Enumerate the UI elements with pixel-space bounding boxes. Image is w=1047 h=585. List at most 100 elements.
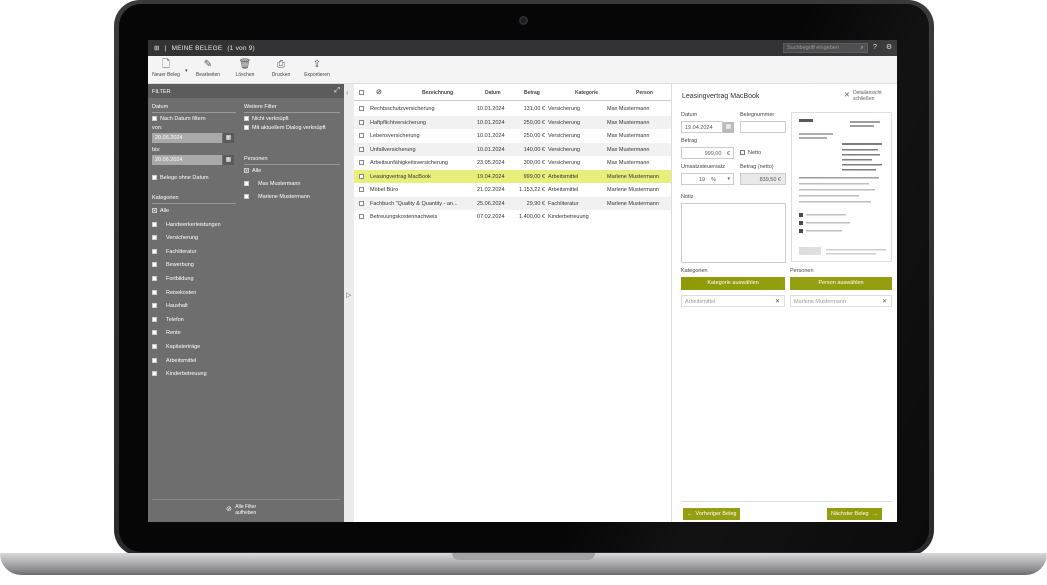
new-document-button[interactable]: 🗋 Neuer Beleg xyxy=(148,59,184,83)
sidebar-collapse-bar[interactable]: ‹ ▷ xyxy=(344,84,354,522)
category-checkbox[interactable] xyxy=(152,248,157,254)
row-checkbox[interactable] xyxy=(359,173,364,179)
remove-person-icon[interactable]: ✕ xyxy=(882,298,887,305)
select-person-button[interactable]: Person auswählen xyxy=(790,277,892,290)
app-title: MEINE BELEGE xyxy=(171,45,223,52)
select-category-button[interactable]: Kategorie auswählen xyxy=(681,277,785,290)
net-checkbox[interactable]: Netto xyxy=(740,150,761,156)
table-row[interactable]: Unfallversicherung 10.01.2024 140,00 € Vers… xyxy=(354,142,671,156)
date-input[interactable]: 19.04.2024 xyxy=(681,121,723,133)
export-button[interactable]: ⇪ Exportieren xyxy=(299,59,335,83)
category-checkbox[interactable] xyxy=(152,221,157,227)
edit-button[interactable]: ✎ Bearbeiten xyxy=(190,59,226,83)
calendar-icon[interactable]: ▦ xyxy=(223,133,234,143)
expand-icon[interactable]: ⤢ xyxy=(334,87,340,95)
previous-document-button[interactable]: ← Vorheriger Beleg xyxy=(683,508,741,520)
category-filter-item[interactable]: Rente xyxy=(152,330,181,336)
person-filter-max[interactable]: Max Mustermann xyxy=(244,181,301,187)
category-checkbox[interactable] xyxy=(152,235,157,241)
category-filter-item[interactable]: Alle xyxy=(152,208,169,214)
cell-person: Max Mustermann xyxy=(607,146,650,153)
select-all-checkbox[interactable] xyxy=(359,90,364,95)
cell-category: Arbeitsmittel xyxy=(548,173,579,180)
table-row[interactable]: Fachbuch "Quality & Quantity - an... 25.0… xyxy=(354,196,671,210)
cell-category: Versicherung xyxy=(548,106,581,112)
column-date[interactable]: Datum xyxy=(485,90,501,96)
grid-icon[interactable]: ⊞ xyxy=(154,45,160,52)
row-checkbox[interactable] xyxy=(359,160,364,165)
unlinked-checkbox[interactable]: Nicht verknüpft xyxy=(244,116,289,122)
table-row[interactable]: Möbel Büro 21.02.2024 1.153,22 € Arbeitsmit… xyxy=(354,183,671,197)
category-filter-item[interactable]: Fachliteratur xyxy=(152,249,197,255)
category-checkbox[interactable] xyxy=(152,357,157,363)
column-amount[interactable]: Betrag xyxy=(524,90,540,96)
row-checkbox[interactable] xyxy=(359,146,364,152)
row-checkbox[interactable] xyxy=(359,119,364,125)
next-document-button[interactable]: Nächster Beleg → xyxy=(827,508,883,520)
row-checkbox[interactable] xyxy=(359,214,364,219)
help-icon[interactable]: ? xyxy=(871,44,879,52)
row-checkbox[interactable] xyxy=(359,200,364,206)
search-icon[interactable]: ⌕ xyxy=(858,44,866,52)
row-checkbox[interactable] xyxy=(359,106,364,111)
category-filter-item[interactable]: Arbeitsmittel xyxy=(152,358,196,364)
filter-by-date-checkbox[interactable]: Nach Datum filtern xyxy=(152,116,206,122)
category-filter-item[interactable]: Versicherung xyxy=(152,235,198,241)
calendar-icon[interactable]: ▦ xyxy=(223,155,234,165)
table-row[interactable]: Haftpflichtversicherung 10.01.2024 250,00 … xyxy=(354,115,671,129)
category-checkbox[interactable] xyxy=(152,303,157,309)
table-row[interactable]: Betreuungskostennachweis 07.02.2024 1.400,… xyxy=(354,210,671,224)
table-row[interactable]: Arbeitsunfähigkeitsversicherung 23.05.202… xyxy=(354,156,671,170)
column-category[interactable]: Kategorie xyxy=(575,90,598,96)
gear-icon[interactable]: ⚙ xyxy=(885,44,893,52)
table-row[interactable]: Lebensversicherung 10.01.2024 250,00 € Vers… xyxy=(354,129,671,143)
collapse-left-icon[interactable]: ‹ xyxy=(346,90,348,97)
category-checkbox[interactable] xyxy=(152,208,157,214)
table-row[interactable]: Leasingvertrag MacBook 19.04.2024 999,00 €… xyxy=(354,169,671,183)
table-row[interactable]: Rechtsschutzversicherung 10.01.2024 131,00… xyxy=(354,102,671,116)
calendar-icon[interactable]: ▦ xyxy=(723,122,734,133)
export-icon: ⇪ xyxy=(312,59,322,70)
category-checkbox[interactable] xyxy=(152,330,157,336)
category-checkbox[interactable] xyxy=(152,371,157,377)
category-filter-item[interactable]: Telefon xyxy=(152,317,184,323)
without-date-checkbox[interactable]: Belege ohne Datum xyxy=(152,175,209,181)
category-filter-item[interactable]: Reisekosten xyxy=(152,290,196,296)
new-dropdown-chevron-icon[interactable]: ▾ xyxy=(185,68,188,74)
to-date-input[interactable]: 20.06.2024 xyxy=(152,155,222,165)
close-detail-button[interactable]: ✕ Detailansicht schließen xyxy=(844,90,897,102)
category-checkbox[interactable] xyxy=(152,344,157,350)
category-filter-item[interactable]: Kinderbetreuung xyxy=(152,371,207,377)
cell-name: Lebensversicherung xyxy=(370,133,420,139)
category-filter-item[interactable]: Handwerkerleistungen xyxy=(152,222,221,228)
vat-select[interactable]: 19 % ▾ xyxy=(681,173,734,185)
category-checkbox[interactable] xyxy=(152,262,157,268)
from-date-input[interactable]: 20.06.2024 xyxy=(152,133,222,143)
category-filter-item[interactable]: Fortbildung xyxy=(152,276,194,282)
person-filter-all[interactable]: Alle xyxy=(244,168,261,174)
category-filter-item[interactable]: Bewerbung xyxy=(152,262,194,268)
note-textarea[interactable] xyxy=(681,203,786,263)
remove-category-icon[interactable]: ✕ xyxy=(775,298,780,305)
category-filter-item[interactable]: Haushalt xyxy=(152,303,188,309)
collapse-right-icon[interactable]: ▷ xyxy=(346,291,351,299)
clear-filters-button[interactable]: ⊘ Alle Filter aufheben xyxy=(226,504,267,516)
category-filter-item[interactable]: Kapitalerträge xyxy=(152,344,200,350)
cell-category: Versicherung xyxy=(548,146,581,153)
column-name[interactable]: Bezeichnung xyxy=(422,90,453,96)
document-preview[interactable] xyxy=(791,112,892,262)
print-button[interactable]: ⎙ Drucken xyxy=(263,59,299,83)
category-checkbox[interactable] xyxy=(152,276,157,282)
row-checkbox[interactable] xyxy=(359,187,364,192)
linked-current-checkbox[interactable]: Mit aktuellem Dialog verknüpft xyxy=(244,125,326,131)
person-filter-marlene[interactable]: Marlene Mustermann xyxy=(244,194,310,200)
category-checkbox[interactable] xyxy=(152,289,157,295)
search-input[interactable]: Suchbegriff eingeben xyxy=(783,43,868,53)
column-person[interactable]: Person xyxy=(636,90,653,96)
delete-button[interactable]: 🗑 Löschen xyxy=(227,59,263,83)
document-number-input[interactable] xyxy=(740,121,786,133)
amount-input[interactable]: 999,00 € xyxy=(681,147,734,159)
row-checkbox[interactable] xyxy=(359,133,364,138)
cell-name: Fachbuch "Quality & Quantity - an... xyxy=(370,200,458,207)
category-checkbox[interactable] xyxy=(152,316,157,322)
